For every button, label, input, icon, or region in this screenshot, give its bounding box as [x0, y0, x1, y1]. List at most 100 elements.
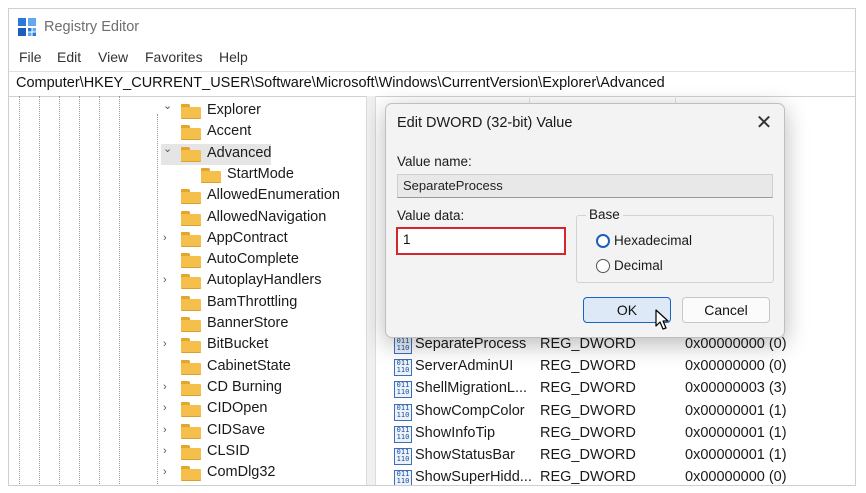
- tree-item-allowedenumeration[interactable]: AllowedEnumeration: [161, 186, 359, 207]
- value-type: REG_DWORD: [540, 336, 636, 352]
- value-type: REG_DWORD: [540, 380, 636, 397]
- tree-item-startmode[interactable]: StartMode: [181, 165, 359, 186]
- value-name-label: Value name:: [397, 154, 472, 169]
- chevron-right-icon[interactable]: ›: [163, 467, 172, 478]
- window-title: Registry Editor: [44, 19, 140, 35]
- tree-item-cd-burning[interactable]: › CD Burning: [161, 378, 359, 399]
- folder-icon: [181, 466, 201, 482]
- reg-binary-value-icon: 011 110: [394, 337, 412, 354]
- tree-item-label: AutoplayHandlers: [207, 272, 322, 289]
- hexadecimal-radio[interactable]: [596, 234, 610, 248]
- close-icon[interactable]: ✕: [750, 110, 778, 136]
- cancel-button[interactable]: Cancel: [682, 297, 770, 323]
- address-bar[interactable]: Computer\HKEY_CURRENT_USER\Software\Micr…: [9, 71, 855, 97]
- tree-item-allowednavigation[interactable]: AllowedNavigation: [161, 208, 359, 229]
- folder-icon: [181, 338, 201, 354]
- tree-item-cidopen[interactable]: › CIDOpen: [161, 399, 359, 420]
- address-path[interactable]: Computer\HKEY_CURRENT_USER\Software\Micr…: [16, 75, 665, 91]
- title-bar: Registry Editor: [9, 9, 855, 45]
- reg-binary-value-icon: 011 110: [394, 359, 412, 377]
- tree-guide-line: [59, 96, 60, 485]
- value-row[interactable]: 011 110 ShowSuperHidd... REG_DWORD 0x0000000…: [379, 467, 855, 485]
- value-data-input[interactable]: [403, 232, 553, 247]
- reg-binary-value-icon: 011 110: [394, 381, 412, 399]
- tree-item-advanced[interactable]: ⌄ Advanced: [161, 143, 272, 165]
- chevron-right-icon[interactable]: ›: [163, 445, 172, 456]
- value-name: ShowInfoTip: [415, 424, 496, 441]
- tree-item-label: Advanced: [207, 144, 272, 161]
- tree-item-label: StartMode: [227, 165, 294, 182]
- value-data-field-highlighted[interactable]: [396, 227, 566, 255]
- folder-icon: [181, 210, 201, 226]
- value-type: REG_DWORD: [540, 424, 636, 441]
- reg-binary-value-icon: 011 110: [394, 403, 412, 421]
- tree-guide-line: [19, 96, 20, 485]
- edit-dword-dialog: Edit DWORD (32-bit) Value ✕ Value name: …: [385, 103, 785, 338]
- menu-favorites[interactable]: Favorites: [145, 49, 203, 65]
- key-tree[interactable]: ⌄ Explorer Accent ⌄ Advanced StartMode Allowed…: [9, 96, 359, 485]
- tree-item-label: AutoComplete: [207, 251, 299, 268]
- folder-icon: [181, 295, 201, 311]
- value-name: ShowStatusBar: [415, 447, 515, 463]
- tree-item-label: CLSID: [207, 442, 250, 459]
- tree-item-bitbucket[interactable]: › BitBucket: [161, 335, 359, 356]
- dialog-title: Edit DWORD (32-bit) Value: [397, 115, 573, 131]
- value-row[interactable]: 011 110 ShellMigrationL... REG_DWORD 0x00000…: [379, 378, 855, 400]
- tree-item-label: ComDlg32: [207, 464, 276, 481]
- tree-item-label: AppContract: [207, 229, 288, 246]
- tree-guide-line: [119, 96, 120, 485]
- value-data: 0x00000000 (0): [685, 336, 787, 352]
- reg-binary-value-icon: 011 110: [394, 425, 412, 443]
- tree-item-appcontract[interactable]: › AppContract: [161, 229, 359, 250]
- base-group: Base Hexadecimal Decimal: [576, 207, 774, 283]
- tree-item-clsid[interactable]: › CLSID: [161, 442, 359, 463]
- folder-icon: [181, 104, 201, 119]
- menu-view[interactable]: View: [98, 49, 128, 65]
- folder-icon: [181, 402, 201, 418]
- chevron-down-icon[interactable]: ⌄: [163, 143, 172, 154]
- tree-item-comdlg32[interactable]: › ComDlg32: [161, 463, 359, 484]
- folder-icon: [181, 253, 201, 269]
- tree-item-autocomplete[interactable]: AutoComplete: [161, 250, 359, 271]
- tree-item-bannerstore[interactable]: BannerStore: [161, 314, 359, 335]
- chevron-right-icon[interactable]: ›: [163, 339, 172, 350]
- decimal-radio[interactable]: [596, 259, 610, 273]
- tree-item-label: CabinetState: [207, 357, 291, 374]
- tree-guide-line: [39, 96, 40, 485]
- decimal-label[interactable]: Decimal: [614, 258, 663, 273]
- tree-item-cabinetstate[interactable]: CabinetState: [161, 357, 359, 378]
- value-row[interactable]: 011 110 ShowStatusBar REG_DWORD 0x00000001 (…: [379, 445, 855, 467]
- reg-binary-value-icon: 011 110: [394, 448, 412, 465]
- hexadecimal-label[interactable]: Hexadecimal: [614, 233, 692, 248]
- value-row[interactable]: 011 110 ServerAdminUI REG_DWORD 0x00000000 (…: [379, 356, 855, 378]
- chevron-right-icon[interactable]: ›: [163, 275, 172, 286]
- tree-item-label: BannerStore: [207, 315, 289, 331]
- menu-edit[interactable]: Edit: [57, 49, 81, 65]
- menu-help[interactable]: Help: [219, 49, 248, 65]
- value-data: 0x00000001 (1): [685, 424, 787, 441]
- pane-splitter[interactable]: [366, 96, 376, 485]
- folder-icon: [181, 274, 201, 290]
- reg-binary-value-icon: 011 110: [394, 470, 412, 485]
- tree-item-explorer[interactable]: ⌄ Explorer: [161, 101, 359, 122]
- chevron-right-icon[interactable]: ›: [163, 381, 172, 392]
- chevron-down-icon[interactable]: ⌄: [163, 101, 172, 112]
- value-row[interactable]: 011 110 ShowCompColor REG_DWORD 0x00000001 (…: [379, 401, 855, 423]
- tree-guide-line: [79, 96, 80, 485]
- menu-file[interactable]: File: [19, 49, 42, 65]
- value-data: 0x00000001 (1): [685, 402, 787, 419]
- menu-bar: File Edit View Favorites Help: [9, 47, 855, 69]
- chevron-right-icon[interactable]: ›: [163, 403, 172, 414]
- tree-item-autoplayhandlers[interactable]: › AutoplayHandlers: [161, 271, 359, 292]
- mouse-pointer-icon: [655, 309, 669, 330]
- tree-item-accent[interactable]: Accent: [161, 122, 359, 143]
- tree-item-bamthrottling[interactable]: BamThrottling: [161, 293, 359, 314]
- folder-icon: [181, 231, 201, 247]
- chevron-right-icon[interactable]: ›: [163, 232, 172, 243]
- value-row[interactable]: 011 110 ShowInfoTip REG_DWORD 0x00000001 (1): [379, 423, 855, 445]
- tree-item-label: Accent: [207, 123, 252, 140]
- value-type: REG_DWORD: [540, 402, 636, 419]
- chevron-right-icon[interactable]: ›: [163, 424, 172, 435]
- value-data: 0x00000000 (0): [685, 358, 787, 375]
- tree-item-cidsave[interactable]: › CIDSave: [161, 421, 359, 442]
